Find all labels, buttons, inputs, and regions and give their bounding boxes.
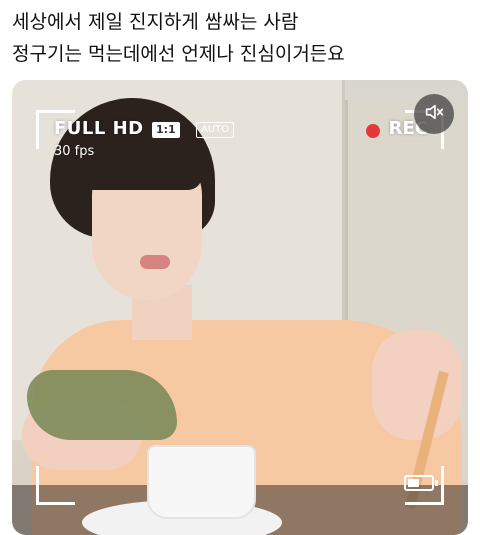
post-line-1: 세상에서 제일 진지하게 쌈싸는 사람 <box>12 11 299 33</box>
resolution-label: FULL HD <box>54 118 144 139</box>
person-right-hand <box>372 330 462 440</box>
aspect-ratio-badge: 1:1 <box>152 122 180 138</box>
post-text: 세상에서 제일 진지하게 쌈싸는 사람 정구기는 먹는데에선 언제나 진심이거든… <box>12 6 468 70</box>
lettuce-wrap <box>27 370 177 440</box>
auto-badge: AUTO <box>196 122 235 138</box>
post-line-2: 정구기는 먹는데에선 언제나 진심이거든요 <box>12 43 345 65</box>
viewfinder-corner-bottom-left <box>36 466 75 505</box>
rice-bowl <box>147 445 256 519</box>
battery-icon <box>404 475 438 491</box>
mute-button[interactable] <box>414 94 454 134</box>
person-lips <box>140 255 170 269</box>
speaker-mute-icon <box>423 101 445 127</box>
battery-level <box>408 479 419 487</box>
fps-label: 30 fps <box>54 144 95 159</box>
video-player[interactable]: FULL HD 30 fps 1:1 AUTO REC <box>12 80 468 535</box>
rec-dot-icon <box>366 124 380 138</box>
